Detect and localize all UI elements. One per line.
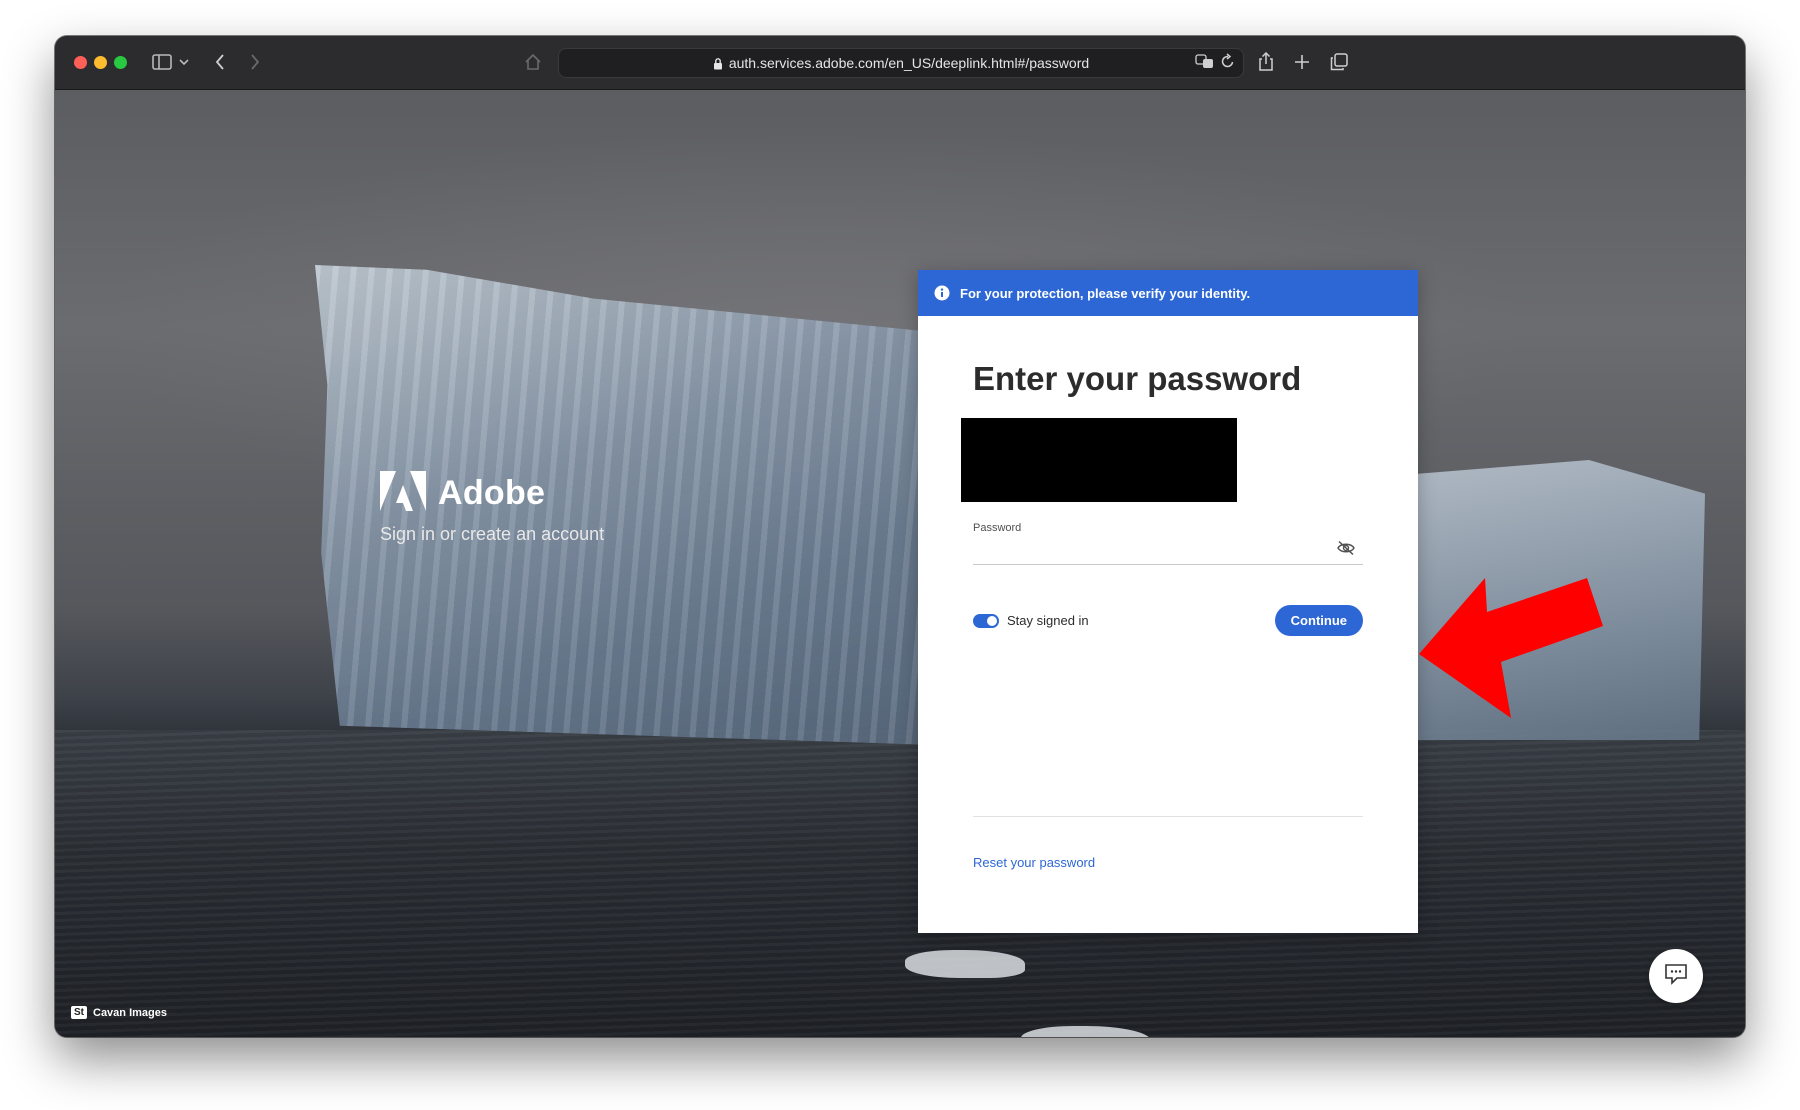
translate-icon[interactable] bbox=[1195, 53, 1215, 72]
zoom-window-button[interactable] bbox=[114, 56, 127, 69]
actions-row: Stay signed in Continue bbox=[973, 605, 1363, 636]
back-icon[interactable] bbox=[210, 48, 230, 76]
page-title: Enter your password bbox=[973, 360, 1302, 397]
red-arrow-annotation bbox=[1419, 578, 1603, 718]
background-sea bbox=[55, 730, 1745, 1037]
ice-floe bbox=[905, 950, 1025, 978]
password-field-container bbox=[973, 534, 1363, 565]
redacted-email bbox=[961, 418, 1237, 502]
brand-name: Adobe bbox=[438, 474, 546, 512]
chat-icon bbox=[1664, 963, 1688, 990]
password-label: Password bbox=[973, 522, 1022, 534]
stock-badge: St bbox=[71, 1006, 87, 1019]
close-window-button[interactable] bbox=[74, 56, 87, 69]
minimize-window-button[interactable] bbox=[94, 56, 107, 69]
page-viewport: Adobe Sign in or create an account For y… bbox=[55, 90, 1745, 1037]
banner-text: For your protection, please verify your … bbox=[960, 285, 1251, 301]
divider bbox=[973, 816, 1363, 817]
chat-button[interactable] bbox=[1649, 949, 1703, 1003]
browser-toolbar: auth.services.adobe.com/en_US/deeplink.h… bbox=[55, 36, 1745, 90]
reload-icon[interactable] bbox=[1221, 53, 1235, 72]
tabs-overview-icon[interactable] bbox=[1328, 48, 1350, 76]
address-bar[interactable]: auth.services.adobe.com/en_US/deeplink.h… bbox=[558, 48, 1244, 78]
protection-banner: For your protection, please verify your … bbox=[918, 270, 1418, 316]
hide-password-icon[interactable] bbox=[1337, 540, 1355, 556]
password-field[interactable] bbox=[973, 534, 1313, 562]
stay-signed-in-toggle[interactable] bbox=[973, 613, 999, 628]
reset-password-link[interactable]: Reset your password bbox=[973, 855, 1095, 870]
continue-button[interactable]: Continue bbox=[1274, 605, 1363, 636]
share-icon[interactable] bbox=[1255, 48, 1277, 76]
browser-window: auth.services.adobe.com/en_US/deeplink.h… bbox=[55, 36, 1745, 1037]
home-icon[interactable] bbox=[521, 48, 545, 76]
adobe-brand: Adobe Sign in or create an account bbox=[380, 471, 604, 545]
chevron-down-icon[interactable] bbox=[177, 48, 191, 76]
image-credit: St Cavan Images bbox=[71, 1006, 167, 1019]
sign-in-card: For your protection, please verify your … bbox=[918, 270, 1418, 933]
lock-icon bbox=[713, 57, 723, 70]
stay-signed-in[interactable]: Stay signed in bbox=[973, 613, 1089, 628]
adobe-logo-icon bbox=[380, 471, 426, 516]
url-text: auth.services.adobe.com/en_US/deeplink.h… bbox=[728, 55, 1090, 71]
brand-tagline: Sign in or create an account bbox=[380, 524, 605, 544]
credit-text: Cavan Images bbox=[93, 1006, 167, 1019]
sidebar-icon[interactable] bbox=[150, 48, 174, 76]
forward-icon[interactable] bbox=[245, 48, 265, 76]
stay-signed-in-label: Stay signed in bbox=[1007, 613, 1089, 628]
new-tab-icon[interactable] bbox=[1291, 48, 1313, 76]
info-icon bbox=[934, 285, 950, 301]
